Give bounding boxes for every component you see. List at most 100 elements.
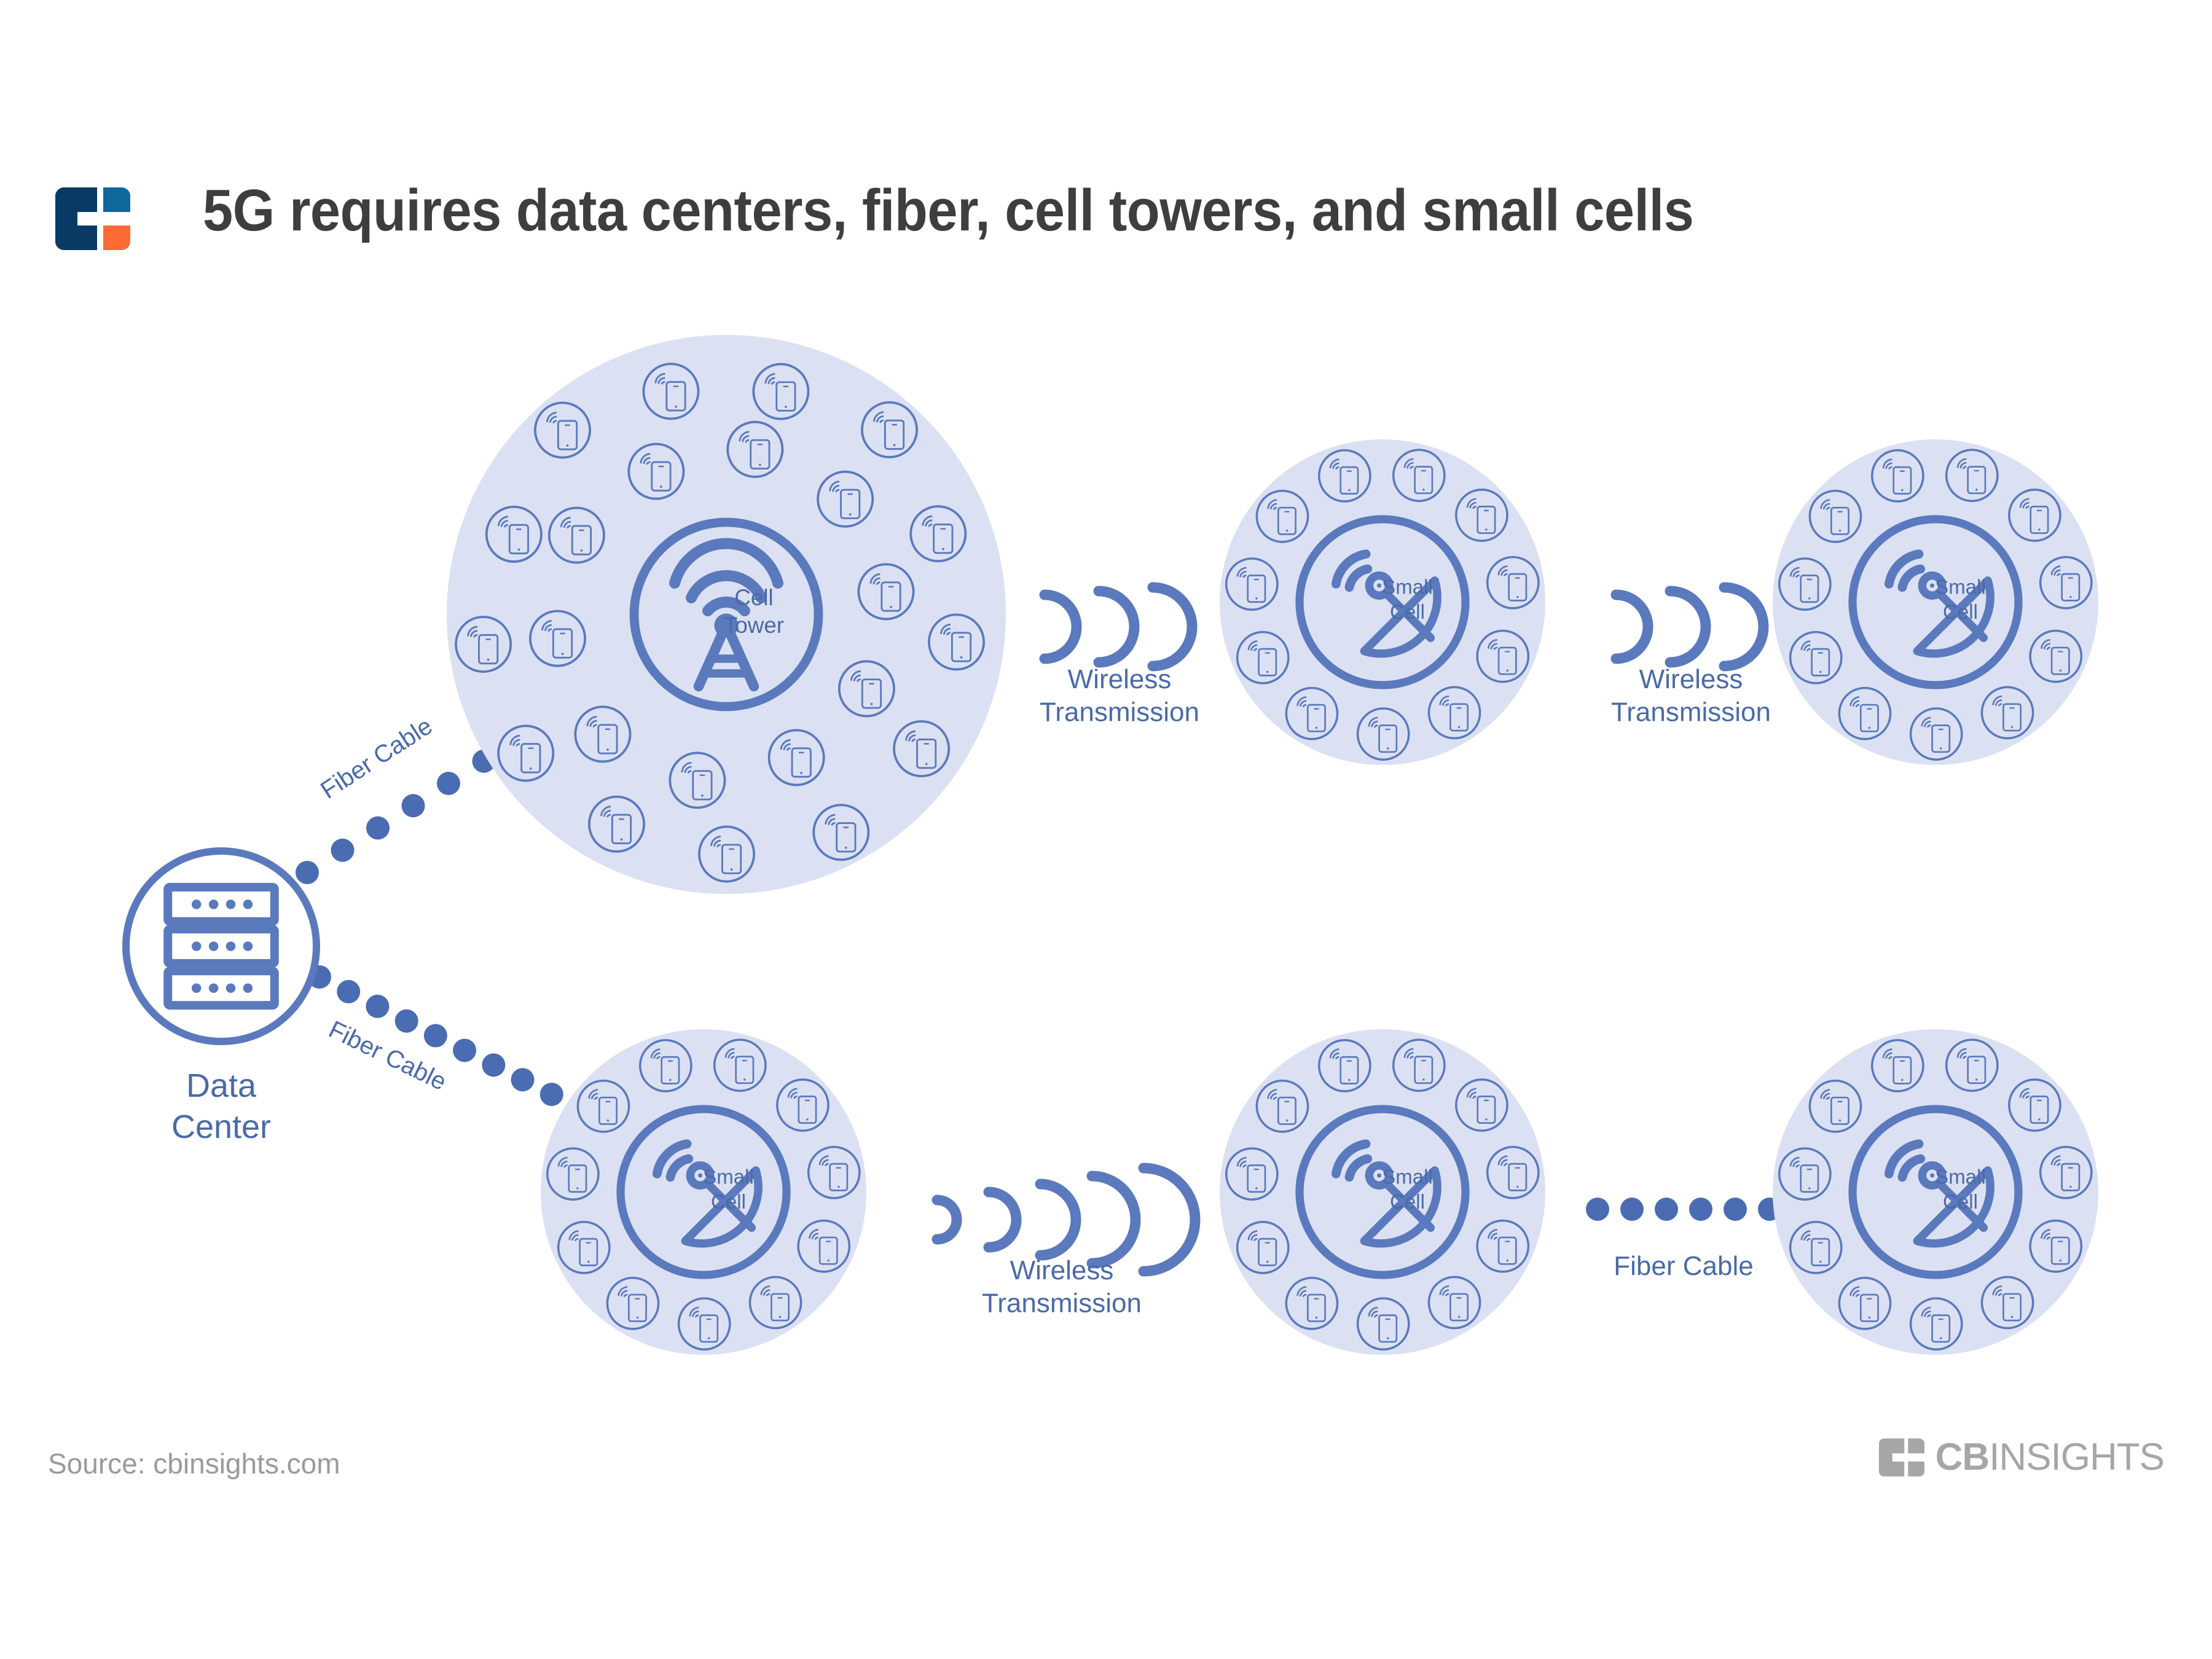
phone-node [627, 442, 685, 500]
phone-node [1945, 1038, 1999, 1092]
link-fiber-dc-to-tower: Fiber Cable [296, 683, 602, 884]
coverage-area [1220, 439, 1545, 765]
smartphone-signal-icon [940, 623, 972, 662]
smartphone-signal-icon [825, 814, 857, 853]
fiber-dot [1620, 1198, 1644, 1221]
phone-node [1236, 630, 1290, 684]
fiber-dot [453, 1038, 477, 1062]
small-cell-label-line2: Cell [711, 1191, 746, 1214]
smartphone-signal-icon [739, 431, 771, 470]
smartphone-signal-icon [1488, 1229, 1517, 1265]
phone-node [1455, 488, 1508, 542]
phone-ring [1486, 1145, 1540, 1199]
phone-ring [1476, 629, 1530, 683]
node-small-cell-3[interactable]: SmallCell [541, 1029, 866, 1355]
fiber-dot [437, 772, 460, 795]
small-cell-ring [1295, 515, 1470, 689]
phone-node [837, 660, 895, 718]
phone-ring [1356, 707, 1410, 761]
smartphone-signal-icon [1329, 458, 1359, 495]
diagram-canvas: Fiber Cable Fiber Cable Wireless Transmissi… [0, 0, 2212, 1659]
smartphone-signal-icon [1466, 1088, 1496, 1124]
node-small-cell-4[interactable]: SmallCell [1220, 1029, 1545, 1355]
phone-node [497, 724, 555, 782]
coverage-area [1773, 439, 2098, 765]
fiber-cable-dotted-icon [1586, 1198, 1781, 1221]
phone-node [1427, 686, 1481, 740]
fiber-dot [1689, 1198, 1712, 1221]
smartphone-signal-icon [1849, 696, 1879, 732]
phone-ring [1255, 1079, 1309, 1133]
smartphone-signal-icon [922, 515, 954, 554]
phone-node [574, 705, 632, 763]
phone-node [1225, 1147, 1279, 1201]
phone-ring [2029, 629, 2083, 683]
link-fiber-sc4-to-sc5: Fiber Cable [1586, 1198, 1781, 1281]
phone-node [1778, 557, 1832, 611]
phone-ring [1356, 1297, 1410, 1351]
node-data-center[interactable]: Data Center [122, 847, 320, 1145]
phone-ring [557, 1220, 611, 1274]
phone-node [1945, 449, 1999, 503]
wireless-arc [1086, 1171, 1141, 1269]
phone-ring [1225, 1147, 1279, 1201]
fiber-dot [482, 1053, 506, 1077]
wireless-arc-icon [931, 1163, 1201, 1277]
phone-ring [606, 1276, 660, 1330]
phone-node [606, 1276, 660, 1330]
node-small-cell-1[interactable]: SmallCell [1220, 439, 1545, 765]
smartphone-signal-icon [905, 730, 937, 769]
phone-ring [1838, 1276, 1892, 1330]
phone-node [817, 470, 874, 528]
node-cell-tower[interactable]: Cell Tower [447, 335, 1006, 894]
phone-ring [797, 1219, 851, 1273]
phone-ring [1427, 1276, 1481, 1330]
satellite-dish-icon [1336, 554, 1437, 654]
footer-wordmark: CBINSIGHTS [1936, 1438, 2165, 1477]
phone-ring [1909, 707, 1963, 761]
phone-node [1455, 1078, 1508, 1132]
phone-ring [669, 751, 726, 809]
small-cell-label-line2: Cell [1390, 601, 1425, 624]
link-fiber-dc-to-smallcell: Fiber Cable [308, 965, 592, 1121]
phone-ring [767, 729, 825, 786]
phone-ring [1455, 1078, 1508, 1132]
node-small-cell-5[interactable]: SmallCell [1773, 1029, 2098, 1355]
phone-ring [1285, 1276, 1339, 1330]
smartphone-signal-icon [1368, 1306, 1398, 1343]
phone-node [1838, 686, 1892, 740]
phone-node [534, 401, 592, 459]
cb-insights-mark-icon [1878, 1438, 1924, 1477]
phone-ring [2008, 488, 2061, 542]
smartphone-signal-icon [2041, 1229, 2070, 1265]
fiber-dot [1655, 1198, 1678, 1221]
smartphone-signal-icon [618, 1286, 647, 1322]
smartphone-signal-icon [1247, 640, 1277, 677]
smartphone-signal-icon [2041, 639, 2070, 675]
smartphone-signal-icon [1368, 716, 1398, 753]
server-rack-icon [168, 887, 275, 1005]
wireless-arc [1610, 589, 1653, 664]
smartphone-signal-icon [1820, 499, 1849, 535]
phone-ring [713, 1038, 767, 1092]
fiber-dot [423, 1024, 447, 1048]
phone-ring [547, 506, 605, 564]
phone-node [642, 363, 700, 420]
phone-ring [1838, 686, 1892, 740]
smartphone-signal-icon [724, 1048, 755, 1084]
phone-node [1285, 686, 1339, 740]
phone-node [1838, 1276, 1892, 1330]
phone-node [767, 729, 825, 786]
phone-ring [837, 660, 895, 718]
footer-brand: CBINSIGHTS [1878, 1437, 2165, 1478]
phone-ring [812, 804, 870, 861]
node-small-cell-2[interactable]: SmallCell [1773, 439, 2098, 765]
smartphone-signal-icon [2019, 498, 2049, 534]
phone-node [812, 804, 870, 861]
fiber-dot [543, 705, 567, 729]
fiber-dot [308, 965, 331, 989]
phone-node [1476, 1219, 1530, 1273]
phone-ring [1778, 557, 1832, 611]
phone-node [1778, 1147, 1832, 1201]
phone-node [455, 616, 512, 673]
